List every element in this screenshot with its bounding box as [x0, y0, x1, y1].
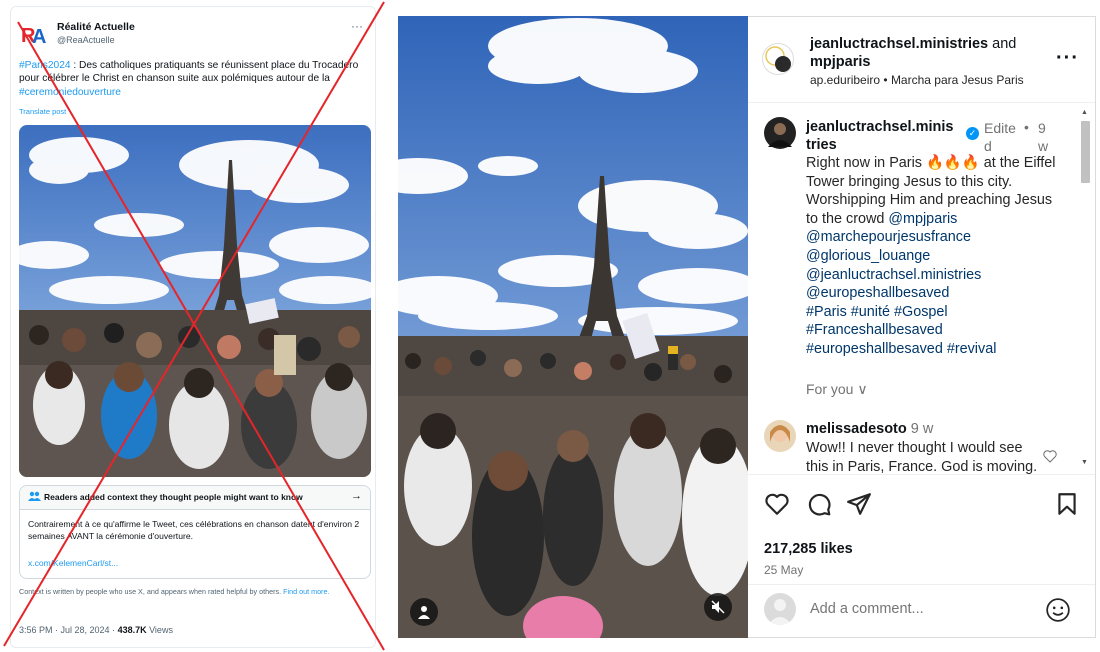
note-footnote: Context is written by people who use X, …: [19, 587, 367, 596]
arrow-right-icon[interactable]: →: [351, 490, 362, 502]
community-note-body: Contrairement à ce qu'affirme le Tweet, …: [28, 519, 360, 541]
likes-count[interactable]: 217,285 likes: [764, 541, 853, 557]
reel-video[interactable]: [398, 16, 748, 638]
eiffel-crowd-video-frame: [398, 16, 748, 638]
scroll-up-icon[interactable]: ▲: [1081, 109, 1088, 116]
add-comment-input[interactable]: [810, 601, 1030, 617]
post-header: jeanluctrachsel.ministries and mpjparis …: [748, 17, 1095, 103]
comment-heart-icon[interactable]: [1042, 448, 1058, 464]
hashtag-paris2024[interactable]: #Paris2024: [19, 60, 71, 71]
tweet-meta: 3:56 PM · Jul 28, 2024 · 438.7K Views: [19, 625, 173, 635]
community-note-header[interactable]: Readers added context they thought peopl…: [20, 486, 370, 510]
and-text: and: [988, 36, 1017, 52]
mention-link[interactable]: @jeanluctrachsel.ministries: [806, 267, 981, 283]
comment-username[interactable]: melissadesoto: [806, 421, 907, 437]
comment-time: 9 w: [906, 421, 934, 437]
for-you-filter[interactable]: For you ∨: [806, 381, 868, 398]
footnote-text: Context is written by people who use X, …: [19, 587, 284, 596]
mention-link[interactable]: @marchepourjesusfrance: [806, 229, 971, 245]
find-out-more-link[interactable]: Find out more.: [283, 587, 329, 596]
collab-username[interactable]: mpjparis: [810, 54, 870, 70]
post-date[interactable]: 25 May: [764, 563, 803, 577]
post-owners: jeanluctrachsel.ministries and mpjparis: [810, 35, 1040, 71]
emoji-icon[interactable]: [1045, 597, 1071, 623]
owner-username[interactable]: jeanluctrachsel.ministries: [810, 36, 988, 52]
caption-text: Right now in Paris 🔥🔥🔥 at the Eiffel Tow…: [806, 154, 1058, 359]
post-subline: ap.eduribeiro • Marcha para Jesus Paris: [810, 73, 1024, 87]
location-link[interactable]: Marcha para Jesus Paris: [891, 73, 1024, 87]
audio-user[interactable]: ap.eduribeiro: [810, 73, 880, 87]
scroll-down-icon[interactable]: ▼: [1081, 459, 1088, 466]
community-note[interactable]: Readers added context they thought peopl…: [19, 485, 371, 579]
comments-scrollbar[interactable]: ▲ ▼: [1078, 107, 1093, 477]
instagram-post-panel: jeanluctrachsel.ministries and mpjparis …: [748, 16, 1096, 638]
tweet-header: R A Réalité Actuelle @ReaActuelle ···: [21, 19, 367, 53]
caption-time[interactable]: 9w: [1038, 119, 1052, 155]
translate-post-link[interactable]: Translate post: [19, 107, 66, 116]
hashtag-links[interactable]: #europeshallbesaved #revival: [806, 341, 996, 357]
share-icon[interactable]: [846, 491, 872, 517]
tweet-timestamp[interactable]: 3:56 PM · Jul 28, 2024 ·: [19, 625, 118, 635]
tweet-video[interactable]: [19, 125, 371, 477]
people-icon: [28, 491, 41, 504]
tweet-card: R A Réalité Actuelle @ReaActuelle ··· #P…: [10, 6, 376, 648]
views-label: Views: [146, 625, 173, 635]
caption-username[interactable]: jeanluctrachsel.ministries: [806, 118, 958, 154]
heart-icon[interactable]: [764, 491, 790, 517]
owner-avatar[interactable]: [762, 43, 794, 75]
mention-link[interactable]: @glorious_louange: [806, 248, 930, 264]
hashtag-links[interactable]: #Franceshallbesaved: [806, 322, 943, 338]
more-options-icon[interactable]: ···: [1056, 47, 1079, 70]
hashtag-links[interactable]: #Paris #unité #Gospel: [806, 304, 948, 320]
add-comment-bar: [748, 584, 1095, 637]
mute-icon[interactable]: [704, 593, 732, 621]
caption-avatar[interactable]: [764, 117, 796, 149]
eiffel-crowd-image: [19, 125, 371, 477]
logo-letter-a: A: [32, 26, 47, 48]
tweet-text: #Paris2024 : Des catholiques pratiquants…: [19, 59, 359, 99]
user-tag-icon[interactable]: [410, 598, 438, 626]
views-count: 438.7K: [117, 625, 147, 635]
mention-link[interactable]: @europeshallbesaved: [806, 285, 949, 301]
community-note-link[interactable]: x.com/KelemenCarl/st...: [28, 558, 118, 568]
hashtag-ceremonie[interactable]: #ceremoniedouverture: [19, 87, 121, 98]
edited-label: Edited: [984, 120, 1016, 154]
comment-icon[interactable]: [806, 491, 832, 517]
subline-separator: •: [880, 73, 891, 87]
community-note-title: Readers added context they thought peopl…: [44, 492, 303, 502]
verified-badge-icon: ✓: [966, 127, 979, 140]
display-name[interactable]: Réalité Actuelle: [57, 21, 135, 33]
bookmark-icon[interactable]: [1054, 491, 1080, 517]
tweet-body: : Des catholiques pratiquants se réuniss…: [19, 60, 359, 85]
post-actions: 217,285 likes 25 May: [748, 474, 1095, 584]
mention-link[interactable]: @mpjparis: [888, 211, 957, 227]
user-handle[interactable]: @ReaActuelle: [57, 35, 115, 45]
comment-username-row: melissadesoto 9 w: [806, 421, 933, 437]
account-logo[interactable]: R A: [21, 23, 47, 49]
meta-dot: •: [1024, 119, 1029, 135]
more-options-icon[interactable]: ···: [351, 19, 363, 33]
comment-text: Wow!! I never thought I would see this i…: [806, 440, 1038, 475]
current-user-avatar: [764, 593, 796, 625]
scroll-thumb[interactable]: [1081, 121, 1090, 183]
comment-avatar[interactable]: [764, 420, 796, 452]
